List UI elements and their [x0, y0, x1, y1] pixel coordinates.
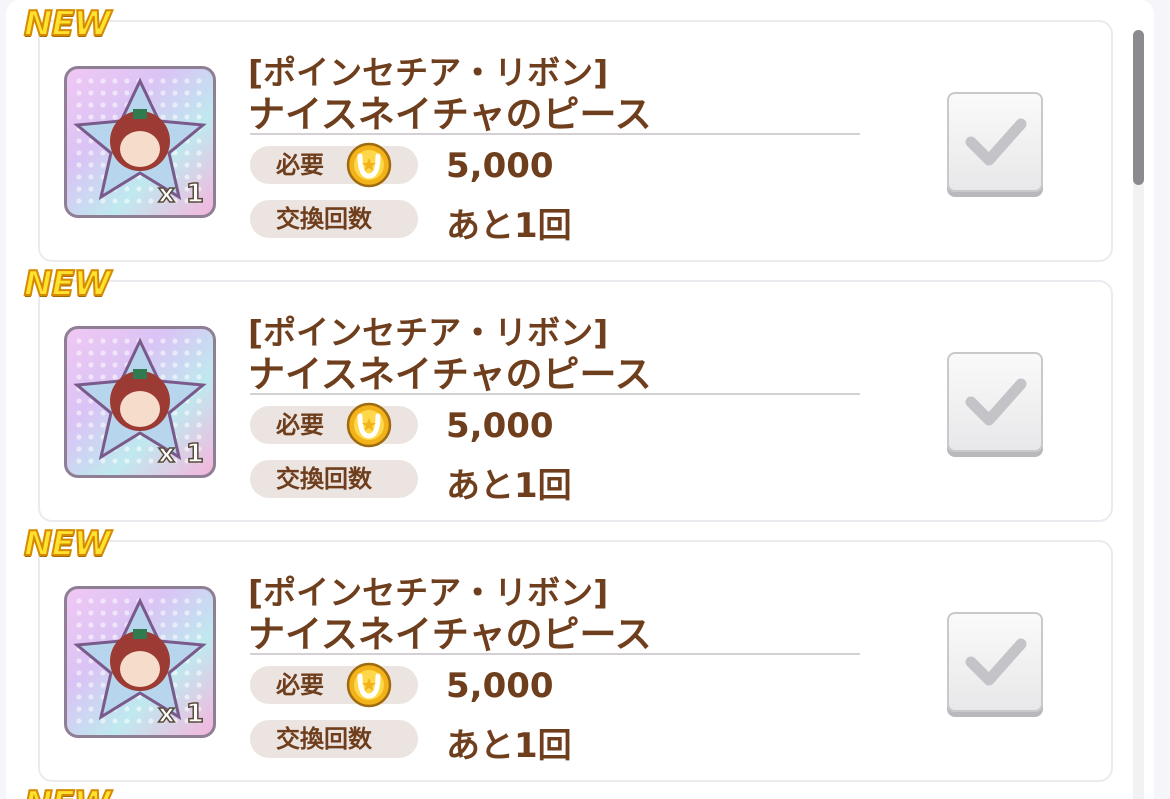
count-label: 交換回数 [276, 465, 372, 493]
list-item[interactable]: x 1 [ポインセチア・リボン] ナイスネイチャのピース 必要 5,000 交換… [38, 20, 1113, 262]
cost-label: 必要 [276, 411, 324, 439]
item-title: ナイスネイチャのピース [248, 93, 652, 136]
count-value: あと1回 [446, 726, 572, 766]
cost-label: 必要 [276, 671, 324, 699]
item-thumbnail: x 1 [64, 66, 216, 218]
cost-label-pill: 必要 [250, 402, 418, 448]
count-label-pill: 交換回数 [250, 720, 418, 758]
cost-label-pill: 必要 [250, 662, 418, 708]
count-label: 交換回数 [276, 205, 372, 233]
new-badge: NEW [23, 783, 112, 799]
scrollbar-thumb[interactable] [1133, 30, 1144, 185]
cost-value: 5,000 [446, 146, 554, 186]
cost-value: 5,000 [446, 666, 554, 706]
count-label: 交換回数 [276, 725, 372, 753]
select-checkbox[interactable] [947, 352, 1043, 452]
divider [250, 653, 860, 655]
horseshoe-coin-icon [346, 142, 392, 188]
item-thumbnail: x 1 [64, 586, 216, 738]
count-value: あと1回 [446, 466, 572, 506]
select-checkbox[interactable] [947, 92, 1043, 192]
count-label-pill: 交換回数 [250, 200, 418, 238]
horseshoe-coin-icon [346, 402, 392, 448]
horseshoe-coin-icon [346, 662, 392, 708]
cost-label: 必要 [276, 151, 324, 179]
item-title: ナイスネイチャのピース [248, 613, 652, 656]
cost-label-pill: 必要 [250, 142, 418, 188]
item-title: ナイスネイチャのピース [248, 353, 652, 396]
item-quantity: x 1 [157, 698, 205, 730]
checkmark-icon [965, 378, 1027, 426]
list-item[interactable]: x 1 [ポインセチア・リボン] ナイスネイチャのピース 必要 5,000 交換… [38, 280, 1113, 522]
item-quantity: x 1 [157, 178, 205, 210]
checkmark-icon [965, 118, 1027, 166]
new-badge: NEW [23, 263, 112, 305]
new-badge: NEW [23, 3, 112, 45]
count-value: あと1回 [446, 206, 572, 246]
select-checkbox[interactable] [947, 612, 1043, 712]
divider [250, 133, 860, 135]
new-badge: NEW [23, 523, 112, 565]
checkmark-icon [965, 638, 1027, 686]
item-thumbnail: x 1 [64, 326, 216, 478]
count-label-pill: 交換回数 [250, 460, 418, 498]
cost-value: 5,000 [446, 406, 554, 446]
divider [250, 393, 860, 395]
item-quantity: x 1 [157, 438, 205, 470]
list-item[interactable]: x 1 [ポインセチア・リボン] ナイスネイチャのピース 必要 5,000 交換… [38, 540, 1113, 782]
exchange-list-screen: x 1 [ポインセチア・リボン] ナイスネイチャのピース 必要 5,000 交換… [0, 0, 1170, 799]
